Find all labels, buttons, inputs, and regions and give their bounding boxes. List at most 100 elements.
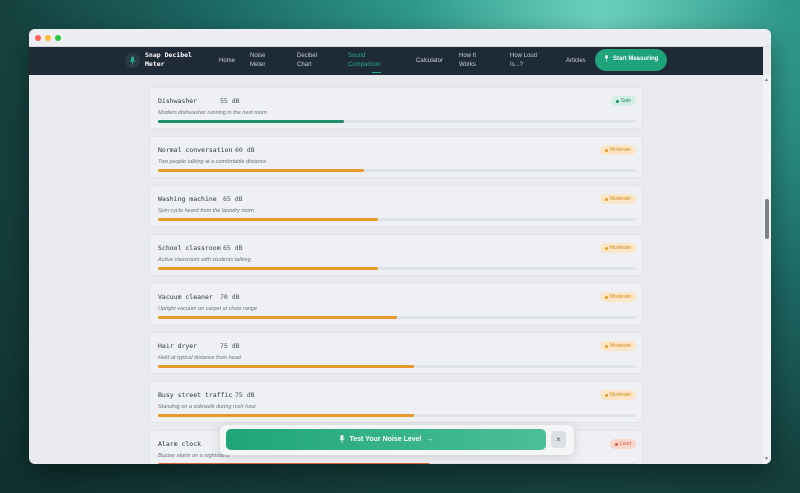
sound-card: Dishwasher 55 dB Modern dishwasher runni… xyxy=(149,87,643,129)
status-label: Moderate xyxy=(609,196,631,202)
sound-name: Normal conversation xyxy=(158,146,233,154)
sound-db: 70 dB xyxy=(220,293,240,301)
level-track xyxy=(158,267,636,270)
window-titlebar xyxy=(29,29,771,47)
level-track xyxy=(158,218,636,221)
sound-db: 75 dB xyxy=(235,391,255,399)
mic-icon xyxy=(125,52,140,68)
browser-window: Snap Decibel Meter Home Noise Meter Deci… xyxy=(29,29,771,464)
sound-db: 55 dB xyxy=(220,97,240,105)
sound-description: Spin cycle heard from the laundry room xyxy=(158,208,254,214)
level-bar xyxy=(158,365,414,368)
status-badge: Moderate xyxy=(599,292,636,302)
level-bar xyxy=(158,463,431,464)
test-noise-bar: Test Your Noise Level → × xyxy=(220,425,574,455)
nav-sound-comparison[interactable]: Sound Comparison xyxy=(348,52,390,70)
sound-description: Standing on a sidewalk during rush hour xyxy=(158,404,257,410)
sound-description: Buzzer alarm on a nightstand xyxy=(158,453,230,459)
status-badge: Moderate xyxy=(599,243,636,253)
sound-description: Modern dishwasher running in the next ro… xyxy=(158,110,267,116)
sound-description: Active classroom with students talking xyxy=(158,257,251,263)
level-track xyxy=(158,365,636,368)
status-badge: Loud xyxy=(609,439,636,449)
sound-description: Two people talking at a comfortable dist… xyxy=(158,159,267,165)
maximize-window-button[interactable] xyxy=(55,34,61,41)
sound-list: Dishwasher 55 dB Modern dishwasher runni… xyxy=(29,75,763,464)
status-dot xyxy=(604,344,608,348)
level-track xyxy=(158,120,636,123)
sound-name: Washing machine xyxy=(158,195,217,203)
nav-decibel-chart[interactable]: Decibel Chart xyxy=(297,52,327,70)
brand-name: Snap Decibel Meter xyxy=(145,51,192,68)
level-track xyxy=(158,169,636,172)
sound-description: Upright vacuum on carpet at close range xyxy=(158,306,258,312)
level-bar xyxy=(158,316,397,319)
minimize-window-button[interactable] xyxy=(45,34,51,41)
status-badge: Moderate xyxy=(599,390,636,400)
sound-name: Hair dryer xyxy=(158,342,198,350)
status-dot xyxy=(604,246,608,250)
status-dot xyxy=(604,197,608,201)
level-bar xyxy=(158,218,378,221)
status-dot xyxy=(604,393,608,397)
sound-card: School classroom 65 dB Active classroom … xyxy=(149,234,643,276)
nav-home[interactable]: Home xyxy=(219,57,235,66)
close-window-button[interactable] xyxy=(35,34,41,41)
status-label: Moderate xyxy=(609,245,631,251)
sound-name: Dishwasher xyxy=(158,97,198,105)
sound-description: Held at typical distance from head xyxy=(158,355,241,361)
status-label: Moderate xyxy=(609,392,631,398)
status-badge: Moderate xyxy=(599,145,636,155)
level-bar xyxy=(158,169,364,172)
test-noise-label: Test Your Noise Level xyxy=(349,436,422,443)
status-label: Moderate xyxy=(609,294,631,300)
site-navbar: Snap Decibel Meter Home Noise Meter Deci… xyxy=(29,47,763,75)
level-track xyxy=(158,414,636,417)
status-label: Moderate xyxy=(609,147,631,153)
status-dot xyxy=(604,148,608,152)
arrow-right-icon: → xyxy=(426,436,434,443)
sound-card: Hair dryer 75 dB Held at typical distanc… xyxy=(149,332,643,374)
status-label: Safe xyxy=(620,98,631,104)
status-badge: Moderate xyxy=(599,341,636,351)
start-measuring-button[interactable]: Start Measuring xyxy=(595,49,667,71)
close-button[interactable]: × xyxy=(551,431,566,448)
sound-db: 65 dB xyxy=(223,195,243,203)
sound-db: 65 dB xyxy=(223,244,243,252)
nav-how-it-works[interactable]: How It Works xyxy=(459,52,487,70)
sound-card: Busy street traffic 75 dB Standing on a … xyxy=(149,381,643,423)
sound-name: Alarm clock xyxy=(158,440,202,448)
test-noise-level-button[interactable]: Test Your Noise Level → xyxy=(226,429,546,450)
level-bar xyxy=(158,120,345,123)
status-badge: Moderate xyxy=(599,194,636,204)
level-track xyxy=(158,316,636,319)
level-bar xyxy=(158,414,414,417)
sound-card: Vacuum cleaner 70 dB Upright vacuum on c… xyxy=(149,283,643,325)
status-label: Loud xyxy=(619,441,631,447)
level-track xyxy=(158,463,636,464)
page-scrollbar[interactable]: ▲ ▼ xyxy=(763,75,771,464)
scroll-down-icon[interactable]: ▼ xyxy=(764,456,769,462)
sound-name: Vacuum cleaner xyxy=(158,293,213,301)
scrollbar-thumb[interactable] xyxy=(765,199,769,239)
nav-articles[interactable]: Articles xyxy=(566,57,586,66)
status-dot xyxy=(604,295,608,299)
mic-icon xyxy=(338,434,345,445)
active-nav-indicator xyxy=(372,72,381,73)
start-measuring-label: Start Measuring xyxy=(613,56,659,63)
sound-card: Washing machine 65 dB Spin cycle heard f… xyxy=(149,185,643,227)
nav-noise-meter[interactable]: Noise Meter xyxy=(250,52,280,70)
sound-db: 75 dB xyxy=(220,342,240,350)
status-dot xyxy=(614,442,618,446)
sound-card: Normal conversation 60 dB Two people tal… xyxy=(149,136,643,178)
mic-icon xyxy=(604,54,609,66)
nav-how-loud-is[interactable]: How Loud Is...? xyxy=(510,52,544,70)
level-bar xyxy=(158,267,378,270)
sound-db: 60 dB xyxy=(235,146,255,154)
brand-logo[interactable]: Snap Decibel Meter xyxy=(125,51,195,69)
scroll-up-icon[interactable]: ▲ xyxy=(764,77,769,83)
nav-calculator[interactable]: Calculator xyxy=(416,57,443,66)
status-badge: Safe xyxy=(610,96,636,106)
status-label: Moderate xyxy=(609,343,631,349)
status-dot xyxy=(615,99,619,103)
